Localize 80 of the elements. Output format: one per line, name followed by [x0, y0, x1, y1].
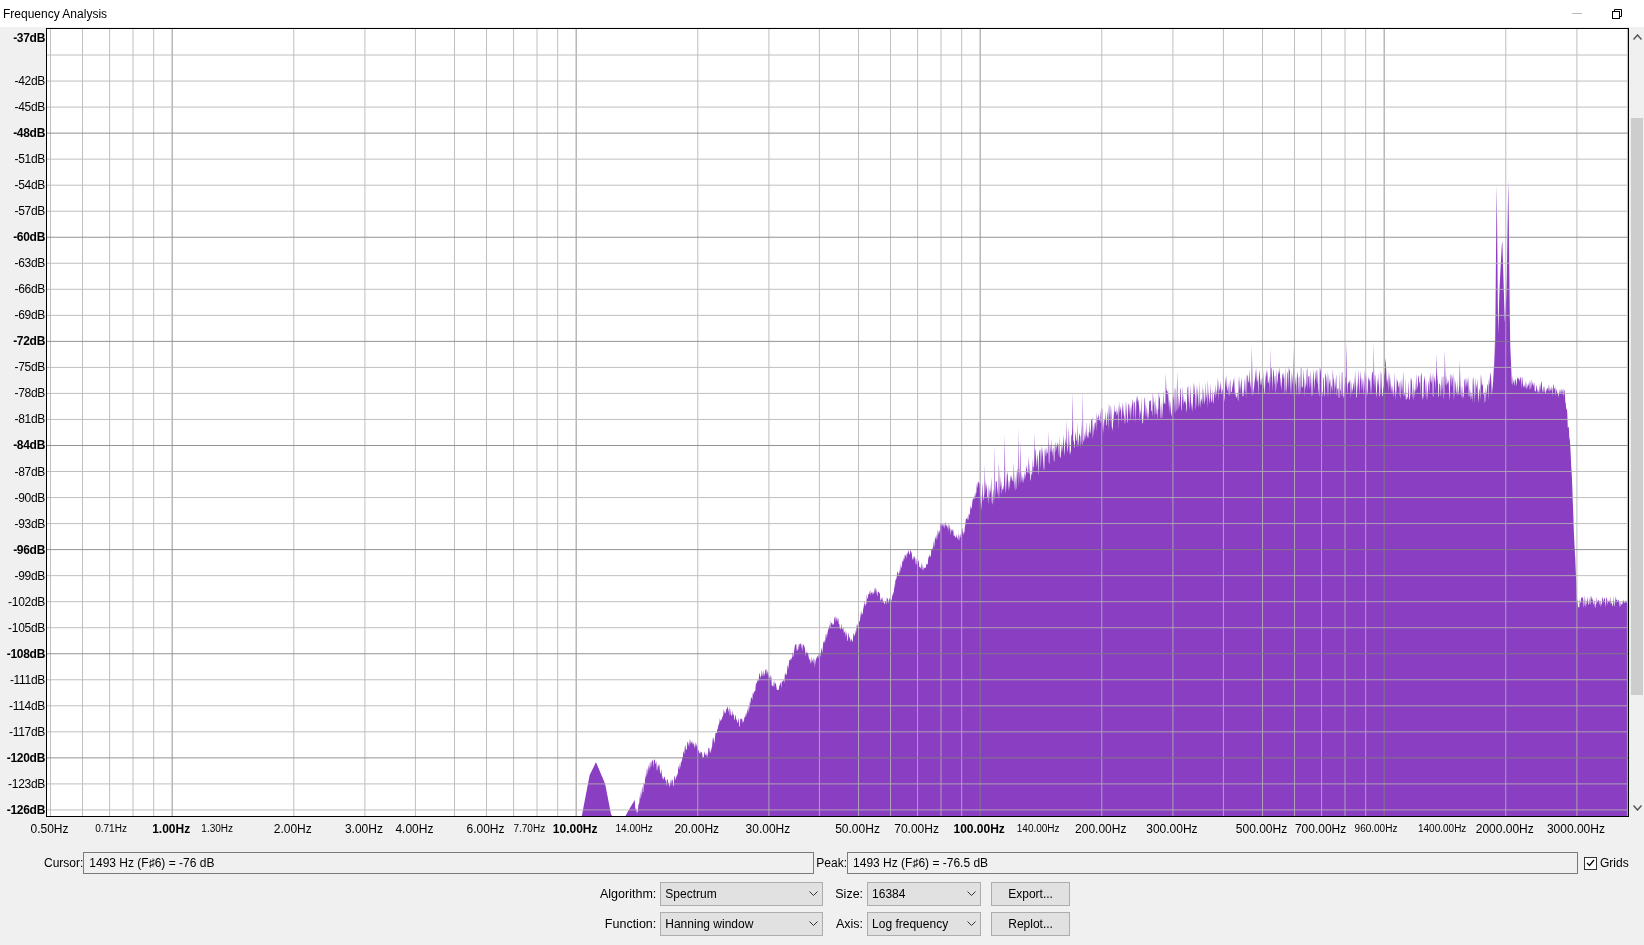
dropdown[interactable]: Spectrum: [660, 882, 824, 906]
x-axis-label: 500.00Hz: [1235, 822, 1288, 836]
algorithm-label: Algorithm:: [600, 887, 657, 901]
y-axis-label: -51dB: [14, 152, 45, 167]
x-axis-label: 20.00Hz: [674, 822, 720, 836]
y-axis-label: -81dB: [14, 412, 45, 427]
x-axis-label: 2000.00Hz: [1475, 822, 1534, 836]
dropdown[interactable]: Hanning window: [660, 912, 824, 936]
window-title: Frequency Analysis: [3, 6, 108, 21]
chevron-icon: [809, 921, 819, 927]
x-axis-label: 1.30Hz: [201, 823, 234, 834]
function-label: Function:: [603, 917, 657, 931]
scroll-up-icon[interactable]: [1632, 34, 1642, 40]
x-axis-label: 0.50Hz: [30, 822, 69, 836]
export-button[interactable]: Export...: [991, 882, 1071, 906]
y-axis-label: -63dB: [14, 256, 45, 271]
y-axis-label: -75dB: [14, 360, 45, 375]
y-axis-label: -48dB: [13, 126, 45, 141]
y-axis-label: -72dB: [13, 334, 45, 349]
x-axis-label: 6.00Hz: [466, 822, 505, 836]
y-axis-label: -99dB: [14, 568, 45, 583]
size-label: Size:: [835, 887, 864, 901]
chevron-icon: [967, 921, 977, 927]
y-axis-label: -60dB: [13, 230, 45, 245]
x-axis-label: 3000.00Hz: [1546, 822, 1605, 836]
x-axis-label: 140.00Hz: [1016, 823, 1060, 834]
peak-readout-field[interactable]: 1493 Hz (F♯6) = -76.5 dB: [847, 852, 1579, 874]
x-axis-label: 14.00Hz: [615, 823, 653, 834]
x-axis-label: 100.00Hz: [953, 822, 1005, 836]
x-axis-label: 10.00Hz: [552, 822, 598, 836]
x-axis-label: 3.00Hz: [344, 822, 383, 836]
grids-checkbox[interactable]: [1584, 856, 1598, 870]
x-axis-label: 200.00Hz: [1075, 822, 1127, 836]
chevron-icon: [809, 891, 819, 897]
x-axis-label: 0.71Hz: [95, 823, 127, 834]
x-axis-label: 70.00Hz: [894, 822, 939, 836]
y-axis-label: -114dB: [9, 698, 45, 713]
x-axis-label: 4.00Hz: [395, 822, 434, 836]
x-axis-label: 30.00Hz: [745, 822, 791, 836]
dropdown[interactable]: Log frequency: [867, 912, 982, 936]
x-axis-label: 50.00Hz: [835, 822, 880, 836]
x-axis-label: 1.00Hz: [152, 822, 191, 836]
x-axis-label: 1400.00Hz: [1418, 823, 1467, 834]
x-axis-label: 300.00Hz: [1146, 822, 1198, 836]
y-axis-label: -117dB: [9, 724, 45, 739]
y-axis-label: -102dB: [8, 594, 45, 609]
scrollbar-thumb[interactable]: [1631, 118, 1643, 695]
x-axis-label: 2.00Hz: [273, 822, 312, 836]
y-axis-label: -108dB: [6, 646, 45, 661]
y-axis-label: -37dB: [13, 30, 45, 45]
y-axis-label: -42dB: [14, 74, 45, 89]
grids-label: Grids: [1600, 856, 1629, 870]
y-axis-label: -66dB: [14, 282, 45, 297]
x-axis-label: 7.70Hz: [513, 823, 546, 834]
y-axis-label: -54dB: [14, 178, 45, 193]
y-axis-label: -78dB: [14, 386, 45, 401]
y-axis-label: -120dB: [6, 750, 45, 765]
y-axis-label: -45dB: [14, 100, 45, 115]
y-axis-label: -90dB: [14, 490, 45, 505]
cursor-label: Cursor:: [44, 856, 84, 870]
replot-button[interactable]: Replot...: [991, 912, 1071, 936]
y-axis-label: -93dB: [14, 516, 45, 531]
y-axis-label: -84dB: [13, 438, 45, 453]
y-axis-label: -126dB: [6, 802, 45, 817]
dropdown[interactable]: 16384: [867, 882, 982, 906]
x-axis-label: 960.00Hz: [1354, 823, 1398, 834]
y-axis-label: -96dB: [13, 542, 45, 557]
axis-label: Axis:: [835, 917, 864, 931]
y-axis-label: -87dB: [14, 464, 45, 479]
cursor-readout-field[interactable]: 1493 Hz (F♯6) = -76 dB: [83, 852, 815, 874]
y-axis-label: -123dB: [8, 776, 45, 791]
y-axis-label: -111dB: [9, 672, 45, 687]
chevron-icon: [967, 891, 977, 897]
peak-label: Peak:: [816, 856, 848, 870]
y-axis-label: -69dB: [14, 308, 45, 323]
y-axis-label: -57dB: [14, 204, 45, 219]
restore-icon[interactable]: [1612, 8, 1622, 19]
x-axis-label: 700.00Hz: [1294, 822, 1347, 836]
scroll-down-icon[interactable]: [1632, 805, 1642, 811]
y-axis-label: -105dB: [8, 620, 45, 635]
